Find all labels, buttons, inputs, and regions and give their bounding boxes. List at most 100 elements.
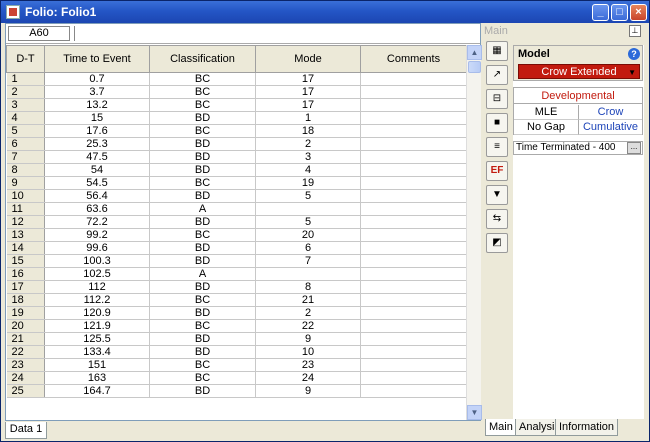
grid-cell[interactable]: 5: [255, 189, 361, 203]
grid-cell[interactable]: 47.5: [44, 150, 150, 164]
grid-cell[interactable]: 2: [255, 137, 361, 151]
grid-cell[interactable]: 6: [255, 241, 361, 255]
grid-cell[interactable]: 56.4: [44, 189, 150, 203]
grid-cell[interactable]: BC: [149, 85, 256, 99]
chart-icon[interactable]: ◩: [486, 233, 508, 253]
grid-cell[interactable]: [360, 72, 466, 86]
grid-cell[interactable]: BD: [149, 306, 256, 320]
row-header[interactable]: 20: [6, 319, 45, 333]
column-header[interactable]: Classification: [149, 45, 256, 73]
grid-cell[interactable]: [360, 319, 466, 333]
grid-cell[interactable]: [360, 267, 466, 281]
grid-cell[interactable]: 9: [255, 332, 361, 346]
grid-cell[interactable]: BC: [149, 358, 256, 372]
grid-cell[interactable]: 125.5: [44, 332, 150, 346]
column-header[interactable]: Comments: [360, 45, 466, 73]
grid-cell[interactable]: 5: [255, 215, 361, 229]
cumulative-option[interactable]: Cumulative: [578, 120, 642, 135]
grid-cell[interactable]: [360, 241, 466, 255]
row-header[interactable]: 10: [6, 189, 45, 203]
list-icon[interactable]: ≡: [486, 137, 508, 157]
row-header[interactable]: 4: [6, 111, 45, 125]
plot-icon[interactable]: ↗: [486, 65, 508, 85]
grid-cell[interactable]: [360, 124, 466, 138]
grid-cell[interactable]: [360, 384, 466, 398]
row-header[interactable]: 24: [6, 371, 45, 385]
grid-cell[interactable]: [360, 228, 466, 242]
grid-cell[interactable]: BC: [149, 228, 256, 242]
grid-cell[interactable]: 1: [255, 111, 361, 125]
grid-cell[interactable]: BC: [149, 124, 256, 138]
row-header[interactable]: 21: [6, 332, 45, 346]
tab-information[interactable]: Information: [555, 419, 619, 436]
grid-cell[interactable]: 99.6: [44, 241, 150, 255]
grid-cell[interactable]: 99.2: [44, 228, 150, 242]
grid-cell[interactable]: BC: [149, 98, 256, 112]
grid-cell[interactable]: BD: [149, 215, 256, 229]
formula-input[interactable]: [74, 26, 476, 41]
grid-cell[interactable]: [360, 358, 466, 372]
row-header[interactable]: 17: [6, 280, 45, 294]
grid-cell[interactable]: 54: [44, 163, 150, 177]
grid-cell[interactable]: [360, 215, 466, 229]
grid-cell[interactable]: 10: [255, 345, 361, 359]
grid-cell[interactable]: 163: [44, 371, 150, 385]
grid-cell[interactable]: BD: [149, 241, 256, 255]
grid-cell[interactable]: BD: [149, 280, 256, 294]
column-header[interactable]: D-T: [6, 45, 45, 73]
grid-cell[interactable]: 17: [255, 98, 361, 112]
row-header[interactable]: 19: [6, 306, 45, 320]
grid-cell[interactable]: BD: [149, 332, 256, 346]
grid-cell[interactable]: [360, 371, 466, 385]
grid-cell[interactable]: BD: [149, 111, 256, 125]
row-header[interactable]: 13: [6, 228, 45, 242]
model-dropdown[interactable]: Crow Extended ▼: [518, 64, 640, 79]
grid-cell[interactable]: 121.9: [44, 319, 150, 333]
grid-cell[interactable]: 21: [255, 293, 361, 307]
grid-cell[interactable]: 112: [44, 280, 150, 294]
grid-cell[interactable]: [360, 98, 466, 112]
row-header[interactable]: 9: [6, 176, 45, 190]
grid-cell[interactable]: BD: [149, 150, 256, 164]
grid-cell[interactable]: 15: [44, 111, 150, 125]
scroll-up-icon[interactable]: ▲: [467, 45, 482, 60]
termination-field[interactable]: Time Terminated - 400 ...: [513, 141, 643, 155]
grid-cell[interactable]: [255, 267, 361, 281]
row-header[interactable]: 18: [6, 293, 45, 307]
grid-cell[interactable]: [360, 176, 466, 190]
column-header[interactable]: Mode: [255, 45, 361, 73]
grid-cell[interactable]: [360, 202, 466, 216]
row-header[interactable]: 15: [6, 254, 45, 268]
grid-cell[interactable]: [360, 280, 466, 294]
grid-cell[interactable]: [360, 254, 466, 268]
grid-cell[interactable]: 100.3: [44, 254, 150, 268]
grid-cell[interactable]: BD: [149, 189, 256, 203]
grid-cell[interactable]: BC: [149, 72, 256, 86]
grid-cell[interactable]: 2: [255, 306, 361, 320]
vertical-scrollbar[interactable]: ▲ ▼: [466, 45, 482, 420]
grid-cell[interactable]: [360, 111, 466, 125]
data-icon[interactable]: ▦: [486, 41, 508, 61]
grid-cell[interactable]: 13.2: [44, 98, 150, 112]
grid-cell[interactable]: 0.7: [44, 72, 150, 86]
grid-cell[interactable]: BD: [149, 137, 256, 151]
row-header[interactable]: 3: [6, 98, 45, 112]
row-header[interactable]: 22: [6, 345, 45, 359]
grid-cell[interactable]: [360, 293, 466, 307]
no-gap-option[interactable]: No Gap: [514, 120, 578, 135]
sheet-tab-data-1[interactable]: Data 1: [5, 422, 47, 439]
grid-cell[interactable]: 22: [255, 319, 361, 333]
grid-cell[interactable]: [360, 345, 466, 359]
filter-icon[interactable]: ▼: [486, 185, 508, 205]
pin-icon[interactable]: ⊥: [629, 25, 641, 37]
grid-cell[interactable]: 9: [255, 384, 361, 398]
maximize-button[interactable]: □: [611, 3, 628, 21]
row-header[interactable]: 11: [6, 202, 45, 216]
blank-icon[interactable]: ■: [486, 113, 508, 133]
grid-cell[interactable]: BC: [149, 319, 256, 333]
scroll-down-icon[interactable]: ▼: [467, 405, 482, 420]
close-button[interactable]: ×: [630, 3, 647, 21]
grid-cell[interactable]: 20: [255, 228, 361, 242]
cell-reference-box[interactable]: A60: [8, 26, 70, 41]
row-header[interactable]: 6: [6, 137, 45, 151]
